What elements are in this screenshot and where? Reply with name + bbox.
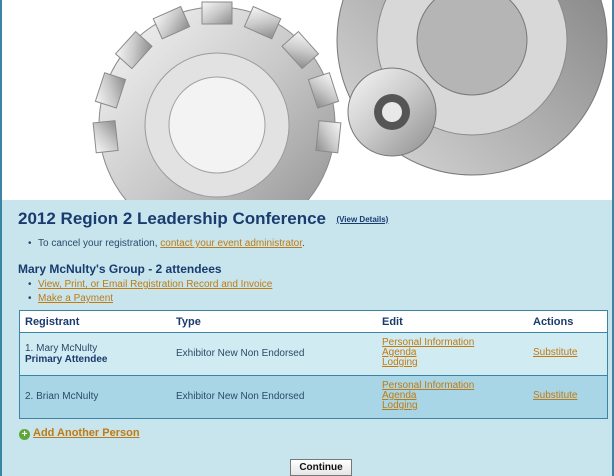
- cancel-notice: To cancel your registration, contact you…: [38, 238, 305, 249]
- group-title: Mary McNulty's Group - 2 attendees: [18, 262, 222, 276]
- edit-cell: Personal Information Agenda Lodging: [382, 338, 474, 368]
- group-links: View, Print, or Email Registration Recor…: [38, 279, 272, 307]
- table-row: 1. Mary McNulty Primary Attendee Exhibit…: [20, 333, 607, 376]
- actions-cell: Substitute: [533, 391, 577, 401]
- header-actions: Actions: [533, 316, 574, 328]
- registrant-name: 1. Mary McNulty: [25, 343, 98, 354]
- registration-page: 2012 Region 2 Leadership Conference (Vie…: [0, 0, 614, 476]
- edit-cell: Personal Information Agenda Lodging: [382, 381, 474, 411]
- bullet-icon: •: [28, 279, 32, 290]
- make-payment-link[interactable]: Make a Payment: [38, 293, 113, 304]
- lodging-link[interactable]: Lodging: [382, 358, 474, 368]
- gears-banner-image: [2, 0, 612, 200]
- table-header: Registrant Type Edit Actions: [20, 311, 607, 333]
- type-cell: Exhibitor New Non Endorsed: [176, 391, 305, 402]
- primary-attendee-label: Primary Attendee: [25, 354, 108, 365]
- registrant-name: 2. Brian McNulty: [25, 391, 99, 402]
- continue-button[interactable]: Continue: [290, 459, 352, 476]
- cancel-notice-suffix: .: [302, 238, 305, 249]
- add-another-person-link[interactable]: Add Another Person: [33, 427, 140, 439]
- cancel-notice-text: To cancel your registration,: [38, 238, 161, 249]
- bullet-icon: •: [28, 238, 32, 249]
- header-type: Type: [176, 316, 201, 328]
- header-edit: Edit: [382, 316, 403, 328]
- event-title: 2012 Region 2 Leadership Conference: [18, 209, 326, 228]
- substitute-link[interactable]: Substitute: [533, 348, 577, 358]
- view-print-email-link[interactable]: View, Print, or Email Registration Recor…: [38, 279, 272, 290]
- attendees-table: Registrant Type Edit Actions 1. Mary McN…: [19, 310, 608, 419]
- type-cell: Exhibitor New Non Endorsed: [176, 348, 305, 359]
- substitute-link[interactable]: Substitute: [533, 391, 577, 401]
- contact-administrator-link[interactable]: contact your event administrator: [160, 238, 302, 249]
- event-title-row: 2012 Region 2 Leadership Conference (Vie…: [18, 209, 388, 229]
- registrant-cell: 2. Brian McNulty: [25, 391, 98, 402]
- small-gear-shape: [347, 67, 437, 157]
- table-row: 2. Brian McNulty Exhibitor New Non Endor…: [20, 376, 607, 418]
- bullet-icon: •: [28, 293, 32, 304]
- view-details-link[interactable]: (View Details): [336, 215, 388, 224]
- actions-cell: Substitute: [533, 348, 577, 358]
- header-registrant: Registrant: [25, 316, 80, 328]
- lodging-link[interactable]: Lodging: [382, 401, 474, 411]
- add-plus-icon[interactable]: +: [19, 429, 30, 440]
- registrant-cell: 1. Mary McNulty Primary Attendee: [25, 343, 107, 365]
- add-person-row: + Add Another Person: [19, 427, 140, 440]
